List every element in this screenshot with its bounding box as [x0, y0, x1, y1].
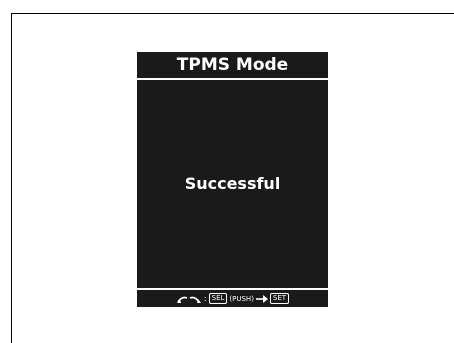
- arrow-right-icon: [255, 294, 268, 303]
- status-message: Successful: [184, 174, 281, 193]
- sel-button-label: SEL: [208, 293, 228, 304]
- set-button-label: SET: [269, 293, 290, 304]
- push-label: (PUSH): [229, 294, 254, 303]
- scroll-arrows-icon: [176, 294, 202, 304]
- tpms-display: TPMS Mode Successful : SEL (PUSH) SET: [137, 52, 328, 307]
- separator-text: :: [203, 294, 207, 303]
- message-panel: Successful: [137, 82, 328, 285]
- control-hint-bar: : SEL (PUSH) SET: [137, 288, 328, 307]
- screen-title: TPMS Mode: [137, 52, 328, 80]
